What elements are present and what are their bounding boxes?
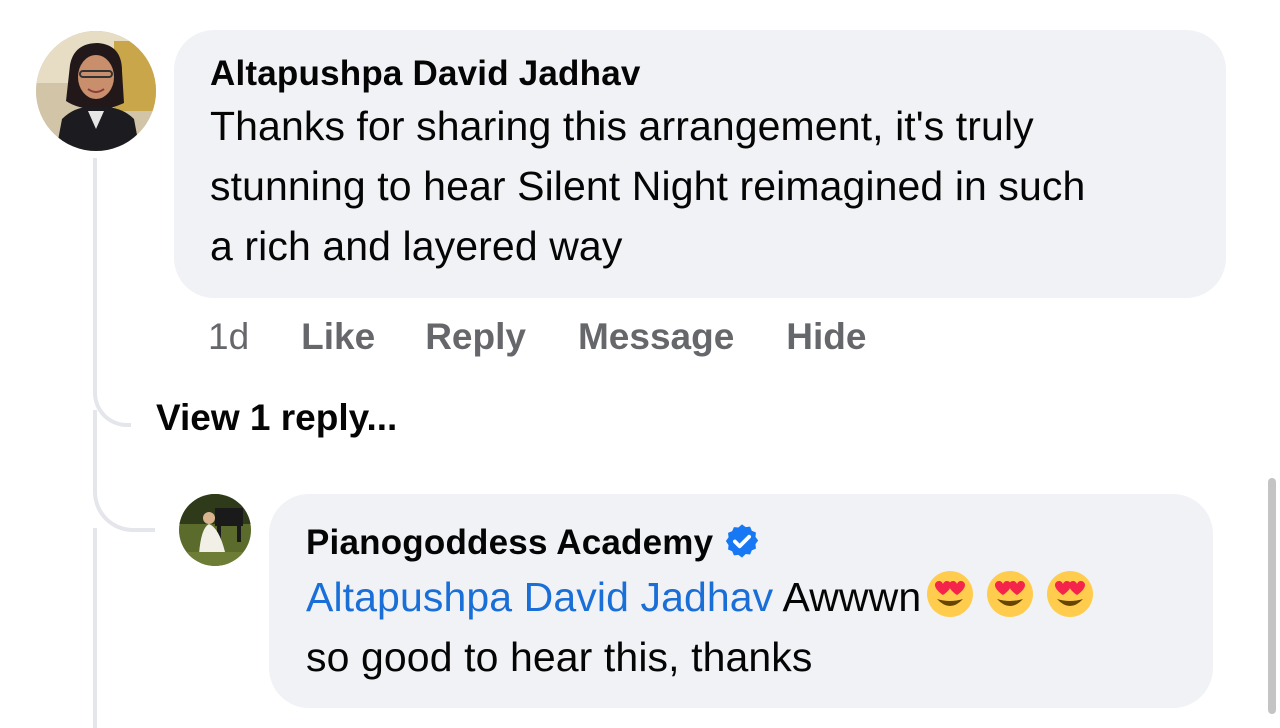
heart-eyes-emoji-icon: [987, 571, 1034, 617]
comment-actions: 1d Like Reply Message Hide: [208, 312, 866, 362]
comment-text-line: a rich and layered way: [210, 223, 623, 269]
reply-text-start: Awwwn: [782, 574, 922, 620]
profile-photo: [36, 31, 156, 151]
scrollbar[interactable]: [1268, 478, 1276, 714]
hide-button[interactable]: Hide: [786, 316, 866, 358]
thread-line-main: [93, 158, 131, 427]
comment-text-line: Thanks for sharing this arrangement, it'…: [210, 103, 1034, 149]
reply-author[interactable]: Pianogoddess Academy: [306, 522, 1177, 563]
message-button[interactable]: Message: [578, 316, 734, 358]
like-button[interactable]: Like: [301, 316, 375, 358]
heart-eyes-emoji-icon: [927, 571, 974, 617]
comment-bubble: Altapushpa David Jadhav Thanks for shari…: [174, 30, 1226, 298]
reply-text-line: so good to hear this, thanks: [306, 634, 813, 680]
view-replies-link[interactable]: View 1 reply...: [156, 397, 397, 439]
verified-badge-icon: [726, 524, 759, 558]
reply-button[interactable]: Reply: [425, 316, 526, 358]
thread-line-reply: [93, 410, 155, 532]
avatar[interactable]: [36, 31, 156, 151]
thread-line-continue: [93, 528, 97, 728]
mention-link[interactable]: Altapushpa David Jadhav: [306, 574, 773, 620]
reply-bubble: Pianogoddess Academy Altapushpa David Ja…: [269, 494, 1213, 708]
heart-eyes-emoji-icon: [1047, 571, 1094, 617]
comment-timestamp[interactable]: 1d: [208, 316, 249, 358]
reply-profile-photo: [179, 494, 251, 566]
reply-text-line: Altapushpa David Jadhav Awwwn: [306, 567, 1177, 627]
reply-avatar[interactable]: [179, 494, 251, 566]
comment-text-line: stunning to hear Silent Night reimagined…: [210, 163, 1086, 209]
reply-author-name[interactable]: Pianogoddess Academy: [306, 523, 713, 562]
comment-author[interactable]: Altapushpa David Jadhav: [210, 54, 1190, 94]
